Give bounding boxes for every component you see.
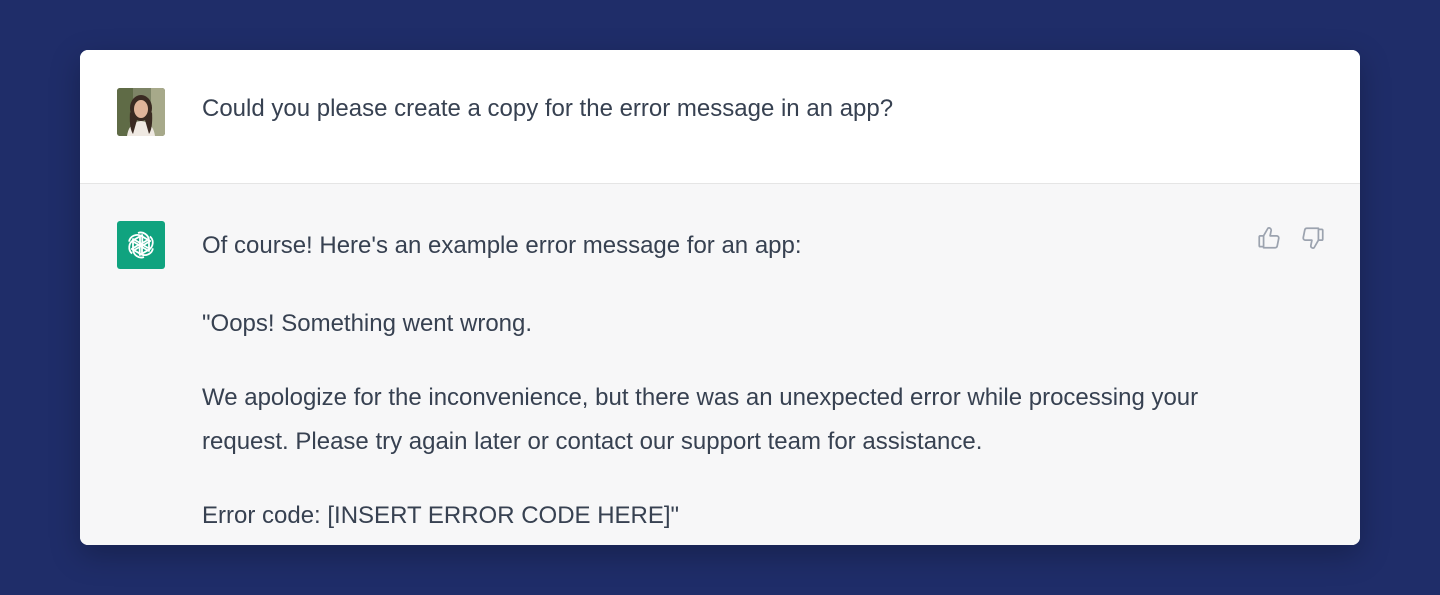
- assistant-paragraph: Of course! Here's an example error messa…: [202, 232, 802, 259]
- user-avatar: [117, 88, 165, 136]
- assistant-paragraph: "Oops! Something went wrong.: [202, 310, 533, 337]
- openai-logo-icon: [117, 221, 165, 269]
- assistant-message-content: Of course! Here's an example error messa…: [202, 224, 1222, 538]
- thumbs-down-icon: [1302, 227, 1324, 249]
- user-message-row: Could you please create a copy for the e…: [80, 50, 1360, 184]
- assistant-message-row: Of course! Here's an example error messa…: [80, 184, 1360, 545]
- assistant-paragraph: Error code: [INSERT ERROR CODE HERE]": [202, 502, 680, 529]
- thumbs-down-button[interactable]: [1300, 225, 1326, 251]
- user-message-text: Could you please create a copy for the e…: [202, 95, 894, 122]
- chat-card: Could you please create a copy for the e…: [80, 50, 1360, 545]
- feedback-buttons: [1256, 225, 1326, 251]
- thumbs-up-icon: [1258, 227, 1280, 249]
- assistant-paragraph: We apologize for the inconvenience, but …: [202, 384, 1199, 455]
- thumbs-up-button[interactable]: [1256, 225, 1282, 251]
